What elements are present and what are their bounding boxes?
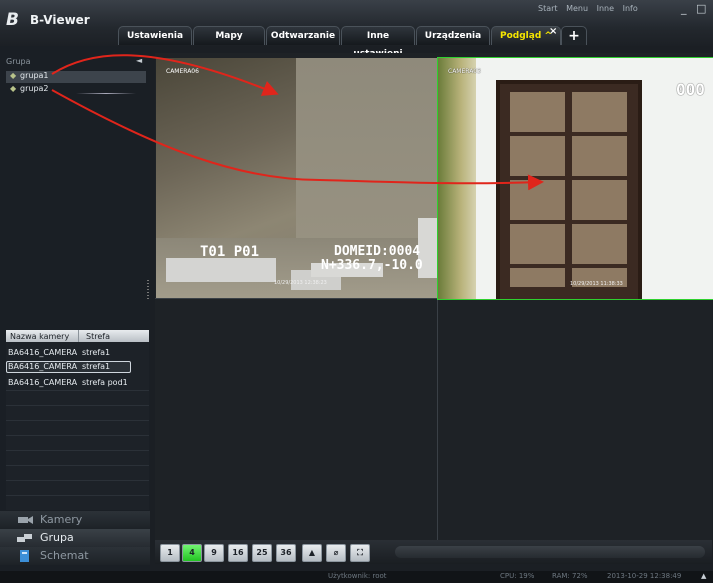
status-user: Użytkownik: root [328,572,387,580]
status-ram: RAM: 72% [552,572,588,580]
annotation-arrow [51,54,279,96]
layout-4-button[interactable]: 4 [182,544,202,562]
layout-up-icon[interactable]: ▲ [302,544,322,562]
status-expand-icon[interactable]: ▲ [701,572,706,580]
annotation-arrows [51,54,544,191]
toolbar-scrollbar[interactable] [395,546,705,558]
layout-16-button[interactable]: 16 [228,544,248,562]
layout-1-button[interactable]: 1 [160,544,180,562]
layout-36-button[interactable]: 36 [276,544,296,562]
status-datetime: 2013-10-29 12:38:49 [607,572,682,580]
fullscreen-icon[interactable]: ⛶ [350,544,370,562]
annotation-arrow [51,89,544,191]
status-cpu: CPU: 19% [500,572,535,580]
stop-all-icon[interactable]: ⌀ [326,544,346,562]
status-bar: Użytkownik: root CPU: 19% RAM: 72% 2013-… [0,571,713,583]
layout-9-button[interactable]: 9 [204,544,224,562]
layout-25-button[interactable]: 25 [252,544,272,562]
